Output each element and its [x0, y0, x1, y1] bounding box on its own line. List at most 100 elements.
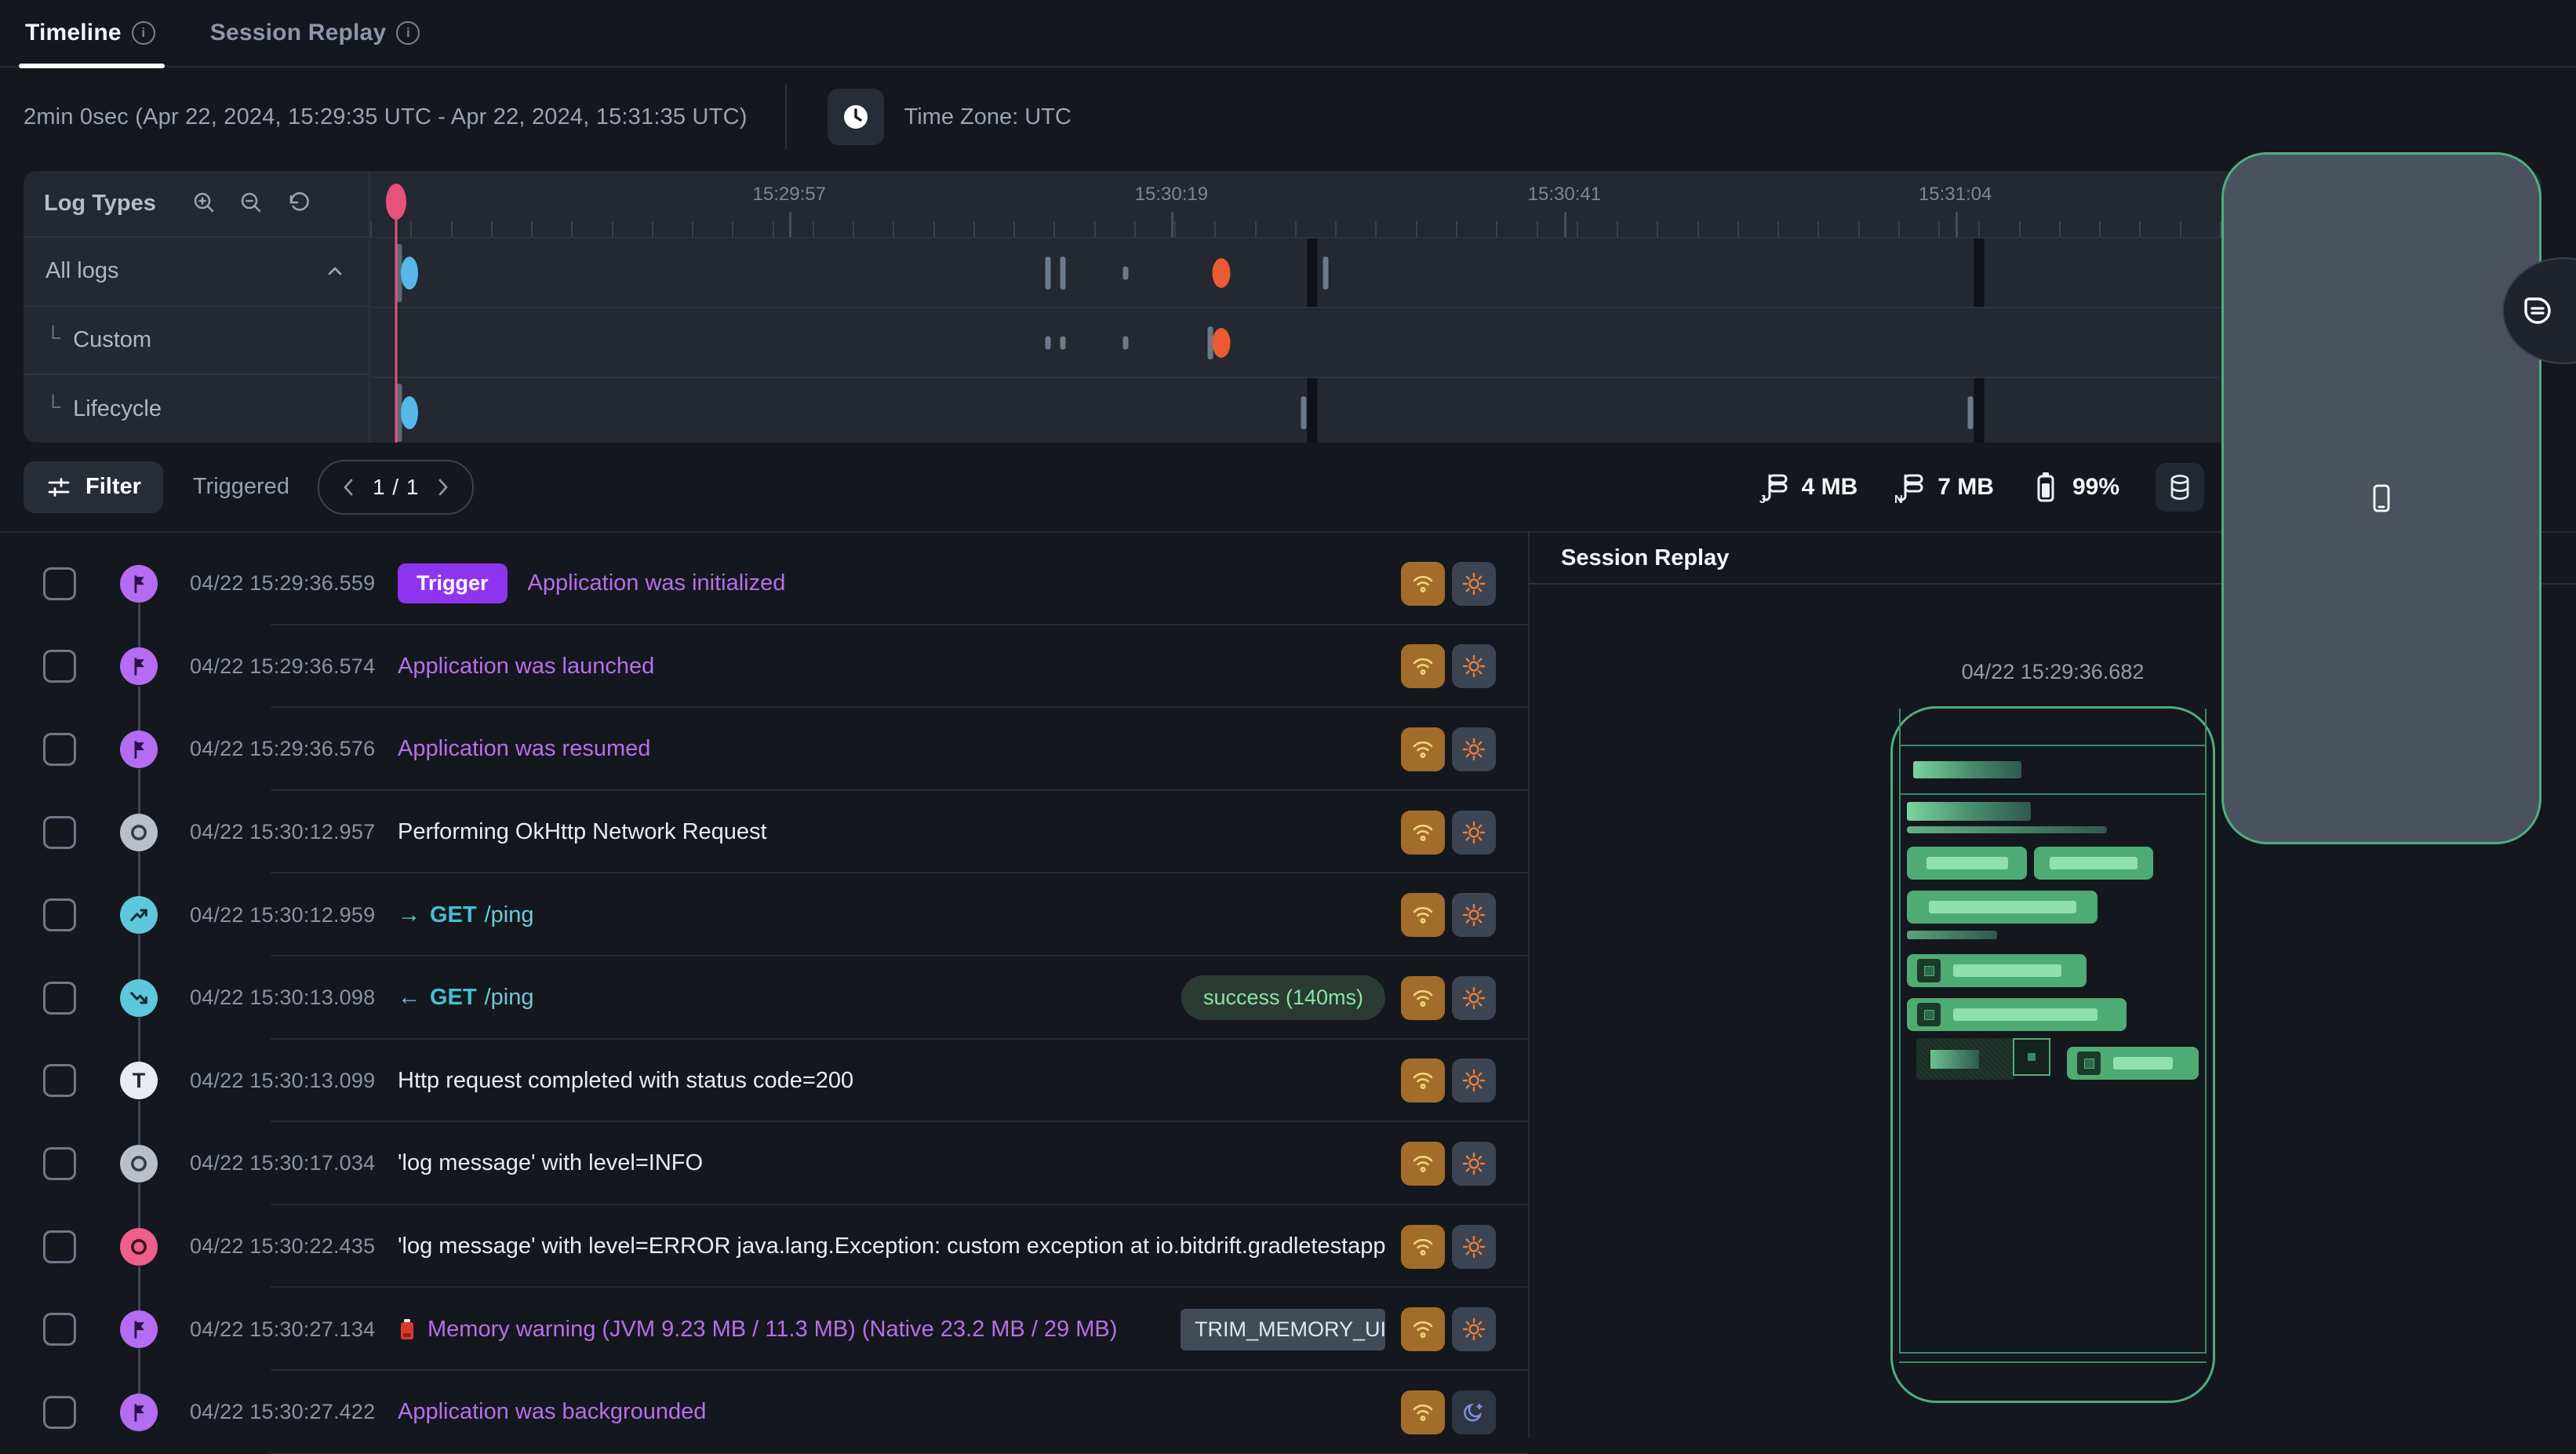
next-page-button[interactable] [424, 476, 463, 499]
network-state-button[interactable] [1401, 644, 1445, 688]
timeline-ruler: 15:29:5715:30:1915:30:4115:31:0415:31:26 [370, 171, 2541, 237]
timeline-marker-bar-dark [1974, 239, 1985, 307]
log-message: Application was backgrounded [398, 1399, 706, 1425]
log-row[interactable]: 04/22 15:29:36.574Application was launch… [0, 625, 1528, 709]
data-view-toggle[interactable] [2156, 463, 2204, 512]
net-in-icon [120, 979, 158, 1017]
timeline-marker-bar [1323, 257, 1328, 290]
log-row[interactable]: 04/22 15:30:12.957Performing OkHttp Netw… [0, 791, 1528, 874]
zoom-in-button[interactable] [191, 190, 217, 217]
tab-session-replay-label: Session Replay [210, 20, 387, 46]
log-type-row-all-logs[interactable]: All logs [24, 236, 369, 305]
log-row[interactable]: 04/22 15:30:17.034'log message' with lev… [0, 1122, 1528, 1205]
background-state-button[interactable] [1452, 1390, 1496, 1434]
row-checkbox[interactable] [43, 1230, 76, 1263]
direction-arrow: ← [398, 985, 420, 1011]
lifecycle-icon [120, 565, 158, 603]
foreground-state-button[interactable] [1452, 976, 1496, 1020]
network-state-button[interactable] [1401, 1307, 1445, 1351]
wireframe-bottom-row [1907, 1038, 2199, 1080]
network-state-button[interactable] [1401, 1059, 1445, 1102]
row-checkbox[interactable] [43, 1064, 76, 1097]
timeline-marker-dash [1045, 336, 1050, 349]
network-state-button[interactable] [1401, 811, 1445, 855]
foreground-state-button[interactable] [1452, 727, 1496, 771]
network-state-button[interactable] [1401, 1390, 1445, 1434]
network-state-button[interactable] [1401, 893, 1445, 937]
row-checkbox[interactable] [43, 898, 76, 931]
network-state-button[interactable] [1401, 727, 1445, 771]
log-row[interactable]: 04/22 15:30:27.422Application was backgr… [0, 1371, 1528, 1454]
active-tab-underline [19, 64, 165, 68]
log-row[interactable]: 04/22 15:30:12.959→GET/ping [0, 873, 1528, 957]
log-type-row-lifecycle[interactable]: └ Lifecycle [24, 374, 369, 443]
http-path: /ping [485, 985, 534, 1011]
log-type-row-custom[interactable]: └ Custom [24, 305, 369, 374]
log-icon [120, 1145, 158, 1183]
list-toolbar: Filter Triggered 1 / 1 J 4 MB [0, 443, 2576, 533]
row-checkbox[interactable] [43, 650, 76, 683]
replay-statusbar [1901, 709, 2205, 746]
wireframe-title-bar [1913, 761, 2021, 778]
wireframe-button [2034, 847, 2153, 880]
row-connector-line [138, 687, 140, 732]
row-checkbox[interactable] [43, 816, 76, 849]
wireframe-button [1907, 891, 2098, 924]
row-checkbox[interactable] [43, 1396, 76, 1429]
log-message: →GET/ping [398, 902, 534, 928]
top-tab-bar: Timeline i Session Replay i [0, 0, 2576, 67]
foreground-state-button[interactable] [1452, 1059, 1496, 1102]
replay-view-toggle[interactable] [2221, 152, 2541, 844]
memory-trim-badge: TRIM_MEMORY_UI_... [1181, 1309, 1385, 1350]
chevron-up-icon[interactable] [323, 260, 347, 283]
battery-icon [2030, 470, 2061, 505]
tab-timeline[interactable]: Timeline i [24, 0, 157, 66]
native-memory-icon: N [1894, 471, 1927, 504]
row-checkbox[interactable] [43, 1147, 76, 1180]
log-timestamp: 04/22 15:30:27.134 [190, 1317, 398, 1342]
log-row[interactable]: T04/22 15:30:13.099Http request complete… [0, 1040, 1528, 1123]
timeline-chart-area[interactable]: 15:29:5715:30:1915:30:4115:31:0415:31:26 [370, 171, 2541, 443]
replay-navbar-line [1899, 1361, 2207, 1363]
log-message: Application was resumed [398, 736, 650, 762]
row-checkbox[interactable] [43, 982, 76, 1015]
foreground-state-button[interactable] [1452, 811, 1496, 855]
log-row[interactable]: 04/22 15:29:36.559TriggerApplication was… [0, 542, 1528, 625]
network-state-button[interactable] [1401, 562, 1445, 606]
foreground-state-button[interactable] [1452, 1225, 1496, 1269]
log-row[interactable]: 04/22 15:30:13.098←GET/pingsuccess (140m… [0, 957, 1528, 1040]
prev-page-button[interactable] [329, 476, 368, 499]
zoom-out-button[interactable] [238, 190, 264, 217]
replay-appbar [1901, 746, 2205, 795]
replay-phone-screen [1899, 709, 2207, 1354]
row-checkbox[interactable] [43, 1313, 76, 1346]
battery-value: 99% [2072, 474, 2119, 501]
row-checkbox[interactable] [43, 733, 76, 766]
timeline-marker-dash [1060, 336, 1065, 349]
network-state-button[interactable] [1401, 1225, 1445, 1269]
timeline-marker-dot-orange [1213, 328, 1231, 358]
network-state-button[interactable] [1401, 976, 1445, 1020]
log-row[interactable]: 04/22 15:29:36.576Application was resume… [0, 708, 1528, 791]
foreground-state-button[interactable] [1452, 1307, 1496, 1351]
log-row[interactable]: 04/22 15:30:22.435'log message' with lev… [0, 1205, 1528, 1288]
foreground-state-button[interactable] [1452, 644, 1496, 688]
filter-button[interactable]: Filter [24, 461, 163, 513]
log-message: 'log message' with level=ERROR java.lang… [398, 1234, 1386, 1259]
row-connector-line [138, 852, 140, 898]
row-checkbox[interactable] [43, 567, 76, 600]
log-message: Memory warning (JVM 9.23 MB / 11.3 MB) (… [398, 1317, 1117, 1343]
log-row[interactable]: 04/22 15:30:27.134Memory warning (JVM 9.… [0, 1288, 1528, 1371]
log-type-label: Lifecycle [73, 396, 162, 422]
playhead-marker[interactable] [386, 184, 406, 220]
tab-session-replay[interactable]: Session Replay i [209, 0, 422, 66]
foreground-state-button[interactable] [1452, 562, 1496, 606]
foreground-state-button[interactable] [1452, 1142, 1496, 1186]
clock-button[interactable] [828, 89, 884, 145]
reset-zoom-button[interactable] [285, 190, 311, 217]
net-out-icon [120, 896, 158, 934]
network-state-button[interactable] [1401, 1142, 1445, 1186]
foreground-state-button[interactable] [1452, 893, 1496, 937]
log-timestamp: 04/22 15:29:36.559 [190, 571, 398, 596]
timeline-marker-bar [1301, 396, 1307, 429]
